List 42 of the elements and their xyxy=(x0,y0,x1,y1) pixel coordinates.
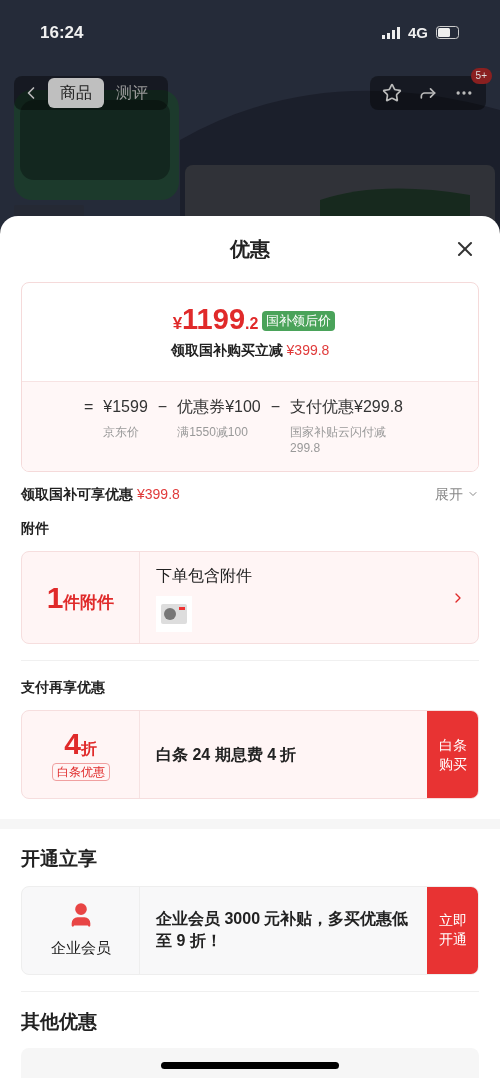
price-tag: 国补领后价 xyxy=(262,311,336,331)
operator: = xyxy=(83,397,94,417)
favorite-icon[interactable] xyxy=(382,82,402,103)
status-time: 16:24 xyxy=(40,22,84,44)
offer-text: 企业会员 3000 元补贴，多买优惠低至 9 折！ xyxy=(156,909,410,951)
offer-text: 白条 24 期息费 4 折 xyxy=(156,744,297,765)
offer-card[interactable] xyxy=(21,1048,479,1078)
accessory-count: 1件附件 xyxy=(46,580,115,616)
nav-tab[interactable]: 商品 xyxy=(48,77,104,108)
breakdown-value: 支付优惠¥299.8 xyxy=(290,397,404,417)
subsidy-amount: ¥399.8 xyxy=(137,485,180,502)
reduction-label: 领取国补购买立减 xyxy=(170,342,283,358)
offer-card[interactable]: 企业会员 企业会员 3000 元补贴，多买优惠低至 9 折！ 立即开通 xyxy=(21,885,479,975)
operator: − xyxy=(270,397,281,417)
offer-card[interactable]: 1件附件 下单包含附件 xyxy=(21,551,479,644)
discount-tag: 白条优惠 xyxy=(51,762,110,781)
discount-value: 4折 xyxy=(64,728,97,759)
offer-text: 下单包含附件 xyxy=(156,565,253,586)
expand-toggle[interactable]: 展开 xyxy=(435,483,479,505)
action-button[interactable]: 立即开通 xyxy=(427,886,478,974)
final-price: ¥1199.2 xyxy=(172,305,259,334)
nav-tab[interactable]: 测评 xyxy=(104,77,160,108)
reduction-amount: ¥399.8 xyxy=(286,342,330,358)
section-title: 开通立享 xyxy=(21,847,98,871)
product-thumbnail xyxy=(156,595,192,632)
operator: − xyxy=(157,397,168,417)
breakdown-note: 满1550减100 xyxy=(177,424,249,440)
battery-icon xyxy=(436,26,460,40)
action-button[interactable]: 白条购买 xyxy=(427,711,478,798)
section-title: 其他优惠 xyxy=(21,1009,98,1034)
network-label: 4G xyxy=(408,22,428,43)
sheet-title: 优惠 xyxy=(230,237,270,262)
signal-icon xyxy=(382,26,400,39)
member-label: 企业会员 xyxy=(50,937,111,958)
breakdown-value: 优惠券¥100 xyxy=(177,397,261,417)
section-title: 附件 xyxy=(21,519,50,538)
breakdown-note: 国家补贴云闪付减299.8 xyxy=(290,424,388,456)
breakdown-value: ¥1599 xyxy=(103,397,148,417)
offer-card[interactable]: 4折 白条优惠 白条 24 期息费 4 折 白条购买 xyxy=(21,710,479,799)
breakdown-note: 京东价 xyxy=(103,424,141,440)
section-title: 支付再享优惠 xyxy=(21,678,106,697)
subsidy-label: 领取国补可享优惠 xyxy=(21,485,133,502)
